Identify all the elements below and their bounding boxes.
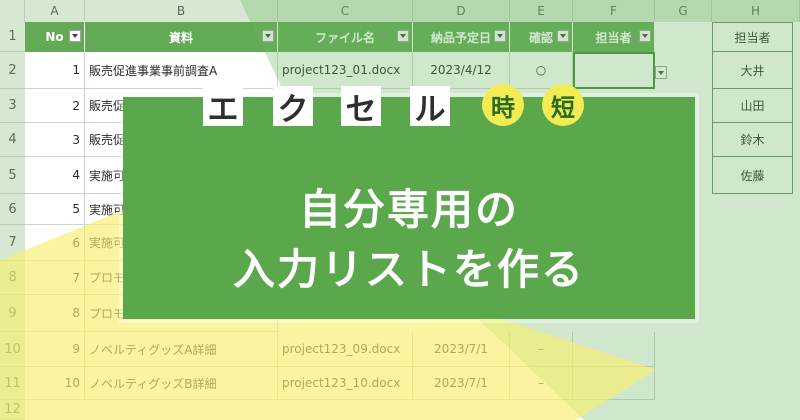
title-badge: 時 [482,84,524,126]
title-badge: 短 [542,84,584,126]
row-header[interactable]: 3 [0,89,25,123]
owner-list-header[interactable]: 担当者 [712,22,793,52]
title-tile: エ [203,86,243,128]
table-cell-no[interactable]: 9 [25,332,85,367]
row-header[interactable]: 2 [0,52,25,89]
row-header[interactable]: 7 [0,225,25,261]
column-header-c[interactable]: C [278,0,413,22]
chevron-down-icon [658,71,664,75]
table-header-label: No [45,30,64,44]
table-header-label: 担当者 [595,30,632,45]
filter-dropdown-icon[interactable] [639,30,651,42]
table-cell-no[interactable]: 4 [25,157,85,194]
headline-line-1: 自分専用の [298,185,519,234]
owner-list-item[interactable]: 大井 [712,52,793,89]
active-cell-owner[interactable] [573,52,655,89]
table-cell-no[interactable]: 8 [25,295,85,332]
table-cell-check[interactable]: – [510,332,573,367]
table-cell-file[interactable]: project123_10.docx [278,367,413,400]
row-header[interactable]: 11 [0,367,25,400]
table-cell-doc[interactable]: ノベルティグッズB詳細 [85,367,278,400]
table-header-label: 確認 [528,30,553,45]
row-header[interactable]: 9 [0,295,25,332]
table-cell-file[interactable]: project123_09.docx [278,332,413,367]
table-header-doc[interactable]: 資料 [85,22,278,52]
headline-line-2: 入力リストを作る [232,245,585,294]
row-header[interactable]: 5 [0,157,25,194]
filter-dropdown-icon[interactable] [557,30,569,42]
table-header-file[interactable]: ファイル名 [278,22,413,52]
title-tile: セ [341,86,381,128]
owner-list-item[interactable]: 鈴木 [712,123,793,157]
row-header[interactable]: 10 [0,332,25,367]
select-all-corner[interactable] [0,0,25,22]
owner-list-item[interactable]: 山田 [712,89,793,123]
title-tile: ル [410,86,450,128]
filter-dropdown-icon[interactable] [69,30,81,42]
column-header-h[interactable]: H [712,0,800,22]
column-header-b[interactable]: B [85,0,278,22]
table-header-check[interactable]: 確認 [510,22,573,52]
column-header-d[interactable]: D [413,0,510,22]
table-cell-date[interactable]: 2023/7/1 [413,367,510,400]
table-cell-no[interactable]: 2 [25,89,85,123]
table-cell-owner[interactable] [573,367,655,400]
table-header-label: 資料 [168,30,193,45]
table-header-date[interactable]: 納品予定日 [413,22,510,52]
table-cell-no[interactable]: 3 [25,123,85,157]
table-cell-no[interactable]: 6 [25,225,85,261]
filter-dropdown-icon[interactable] [494,30,506,42]
table-cell-check[interactable]: – [510,367,573,400]
column-header-g[interactable]: G [655,0,712,22]
list-dropdown-button[interactable] [655,66,667,79]
row-header[interactable]: 1 [0,22,25,52]
filter-dropdown-icon[interactable] [262,30,274,42]
table-header-owner[interactable]: 担当者 [573,22,655,52]
table-header-label: 納品予定日 [430,30,491,45]
owner-list-item[interactable]: 佐藤 [712,157,793,194]
table-header-label: ファイル名 [314,30,375,45]
row-header[interactable]: 6 [0,194,25,225]
table-cell-doc[interactable]: 販売促進事業事前調査A [85,52,278,89]
table-cell-no[interactable]: 10 [25,367,85,400]
spreadsheet-window: A B C D E F G H 1 2 3 4 5 6 7 8 9 10 11 … [0,0,800,420]
filter-dropdown-icon[interactable] [397,30,409,42]
row-header[interactable]: 4 [0,123,25,157]
table-cell-doc[interactable]: ノベルティグッズA詳細 [85,332,278,367]
table-header-no[interactable]: No [25,22,85,52]
table-cell-date[interactable]: 2023/7/1 [413,332,510,367]
row-header[interactable]: 8 [0,261,25,295]
title-tile: ク [273,86,313,128]
column-header-e[interactable]: E [510,0,573,22]
column-header-f[interactable]: F [573,0,655,22]
row-header[interactable]: 12 [0,400,25,420]
column-header-a[interactable]: A [25,0,85,22]
table-cell-no[interactable]: 5 [25,194,85,225]
table-cell-no[interactable]: 7 [25,261,85,295]
table-cell-no[interactable]: 1 [25,52,85,89]
table-cell-owner[interactable] [573,332,655,367]
